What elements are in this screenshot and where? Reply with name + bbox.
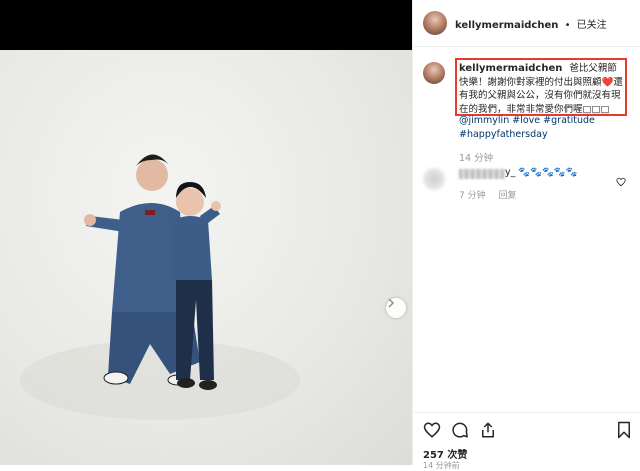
following-button[interactable]: 已关注 [577, 20, 607, 31]
caption-time: 14 分钟 [459, 153, 494, 164]
separator-dot: • [564, 20, 571, 31]
like-button[interactable] [423, 421, 441, 443]
caption-avatar[interactable] [423, 62, 445, 84]
photo-top-black-bar [0, 0, 412, 50]
post-timestamp: 14 分钟前 [423, 461, 460, 470]
comment-text: y_ 🐾🐾🐾🐾🐾 [505, 167, 578, 178]
post-actions [413, 412, 640, 449]
comment-item: y_ 🐾🐾🐾🐾🐾 7 分钟 回复 [413, 166, 640, 206]
comment-time: 7 分钟 [459, 191, 486, 201]
hashtag-happyfathersday[interactable]: #happyfathersday [459, 129, 548, 140]
commenter-username-tail[interactable]: y_ [505, 167, 515, 178]
hashtags: @jimmylin #love #gratitude #happyfathers… [459, 114, 625, 141]
comment-meta: 7 分钟 回复 [459, 188, 526, 201]
post-header: kellymermaidchen • 已关注 [413, 0, 640, 47]
bookmark-icon [618, 421, 630, 439]
comment-reply-button[interactable]: 回复 [498, 191, 516, 201]
caption-text: kellymermaidchen 爸比父親節快樂！謝謝你對家裡的付出與照顧❤️還… [459, 62, 625, 116]
share-icon [482, 422, 494, 438]
caption-username[interactable]: kellymermaidchen [459, 63, 562, 74]
comment-like-button[interactable] [616, 172, 626, 191]
author-username[interactable]: kellymermaidchen [455, 20, 558, 31]
post-photo[interactable] [0, 50, 412, 465]
photo-illustration [20, 154, 300, 420]
heart-icon [616, 177, 626, 187]
hashtag-gratitude[interactable]: #gratitude [543, 115, 595, 126]
save-button[interactable] [616, 421, 632, 443]
chevron-right-icon [388, 298, 395, 308]
hashtag-love[interactable]: #love [512, 115, 540, 126]
header-user-line: kellymermaidchen • 已关注 [455, 16, 607, 31]
commenter-avatar[interactable] [423, 168, 445, 190]
post-sidebar: kellymermaidchen • 已关注 kellymermaidchen … [412, 0, 640, 470]
heart-icon [423, 422, 441, 438]
comment-button[interactable] [451, 421, 469, 443]
comment-bubble-icon [452, 422, 468, 438]
commenter-username-blurred[interactable] [459, 169, 505, 179]
mention-jimmylin[interactable]: @jimmylin [459, 115, 509, 126]
likes-count[interactable]: 257 次赞 [423, 446, 467, 461]
author-avatar[interactable] [423, 11, 447, 35]
comment-body: 🐾🐾🐾🐾🐾 [518, 167, 578, 178]
next-photo-button[interactable] [386, 298, 406, 318]
share-button[interactable] [479, 421, 497, 443]
